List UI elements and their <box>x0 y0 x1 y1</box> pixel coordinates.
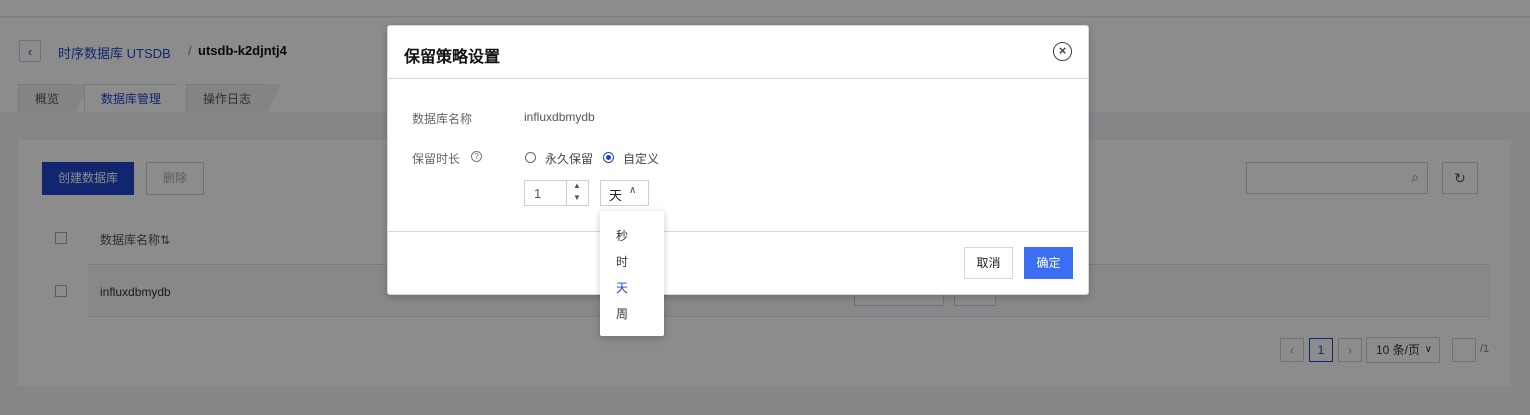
unit-dropdown-menu: 秒 时 天 周 <box>600 211 664 336</box>
unit-select-value[interactable]: 天 <box>609 185 622 204</box>
db-name-label: 数据库名称 <box>412 112 473 126</box>
retention-policy-dialog: 保留策略设置 × 数据库名称 influxdbmydb 保留时长 ? 永久保留 … <box>387 25 1089 295</box>
confirm-button[interactable]: 确定 <box>1024 247 1073 279</box>
close-icon[interactable]: × <box>1053 42 1072 61</box>
help-circle-icon[interactable]: ? <box>471 151 482 162</box>
unit-option-week[interactable]: 周 <box>616 305 628 322</box>
unit-option-day[interactable]: 天 <box>616 279 628 296</box>
dialog-title: 保留策略设置 <box>404 49 501 66</box>
radio-custom[interactable] <box>603 152 614 163</box>
chevron-up-icon[interactable]: ∧ <box>629 185 636 196</box>
unit-select[interactable] <box>600 180 649 206</box>
unit-option-hour[interactable]: 时 <box>616 253 628 270</box>
stepper-divider <box>566 181 567 205</box>
db-name-value: influxdbmydb <box>524 110 595 124</box>
divider <box>388 78 1088 79</box>
divider <box>388 231 1088 232</box>
duration-label: 保留时长 <box>412 152 461 166</box>
radio-permanent-label[interactable]: 永久保留 <box>545 150 593 167</box>
radio-custom-label[interactable]: 自定义 <box>623 150 659 167</box>
unit-option-second[interactable]: 秒 <box>616 227 628 244</box>
stepper-down-icon[interactable]: ▼ <box>573 193 581 202</box>
duration-value[interactable]: 1 <box>534 186 541 201</box>
stepper-up-icon[interactable]: ▲ <box>573 181 581 190</box>
radio-permanent[interactable] <box>525 152 536 163</box>
cancel-button[interactable]: 取消 <box>964 247 1013 279</box>
